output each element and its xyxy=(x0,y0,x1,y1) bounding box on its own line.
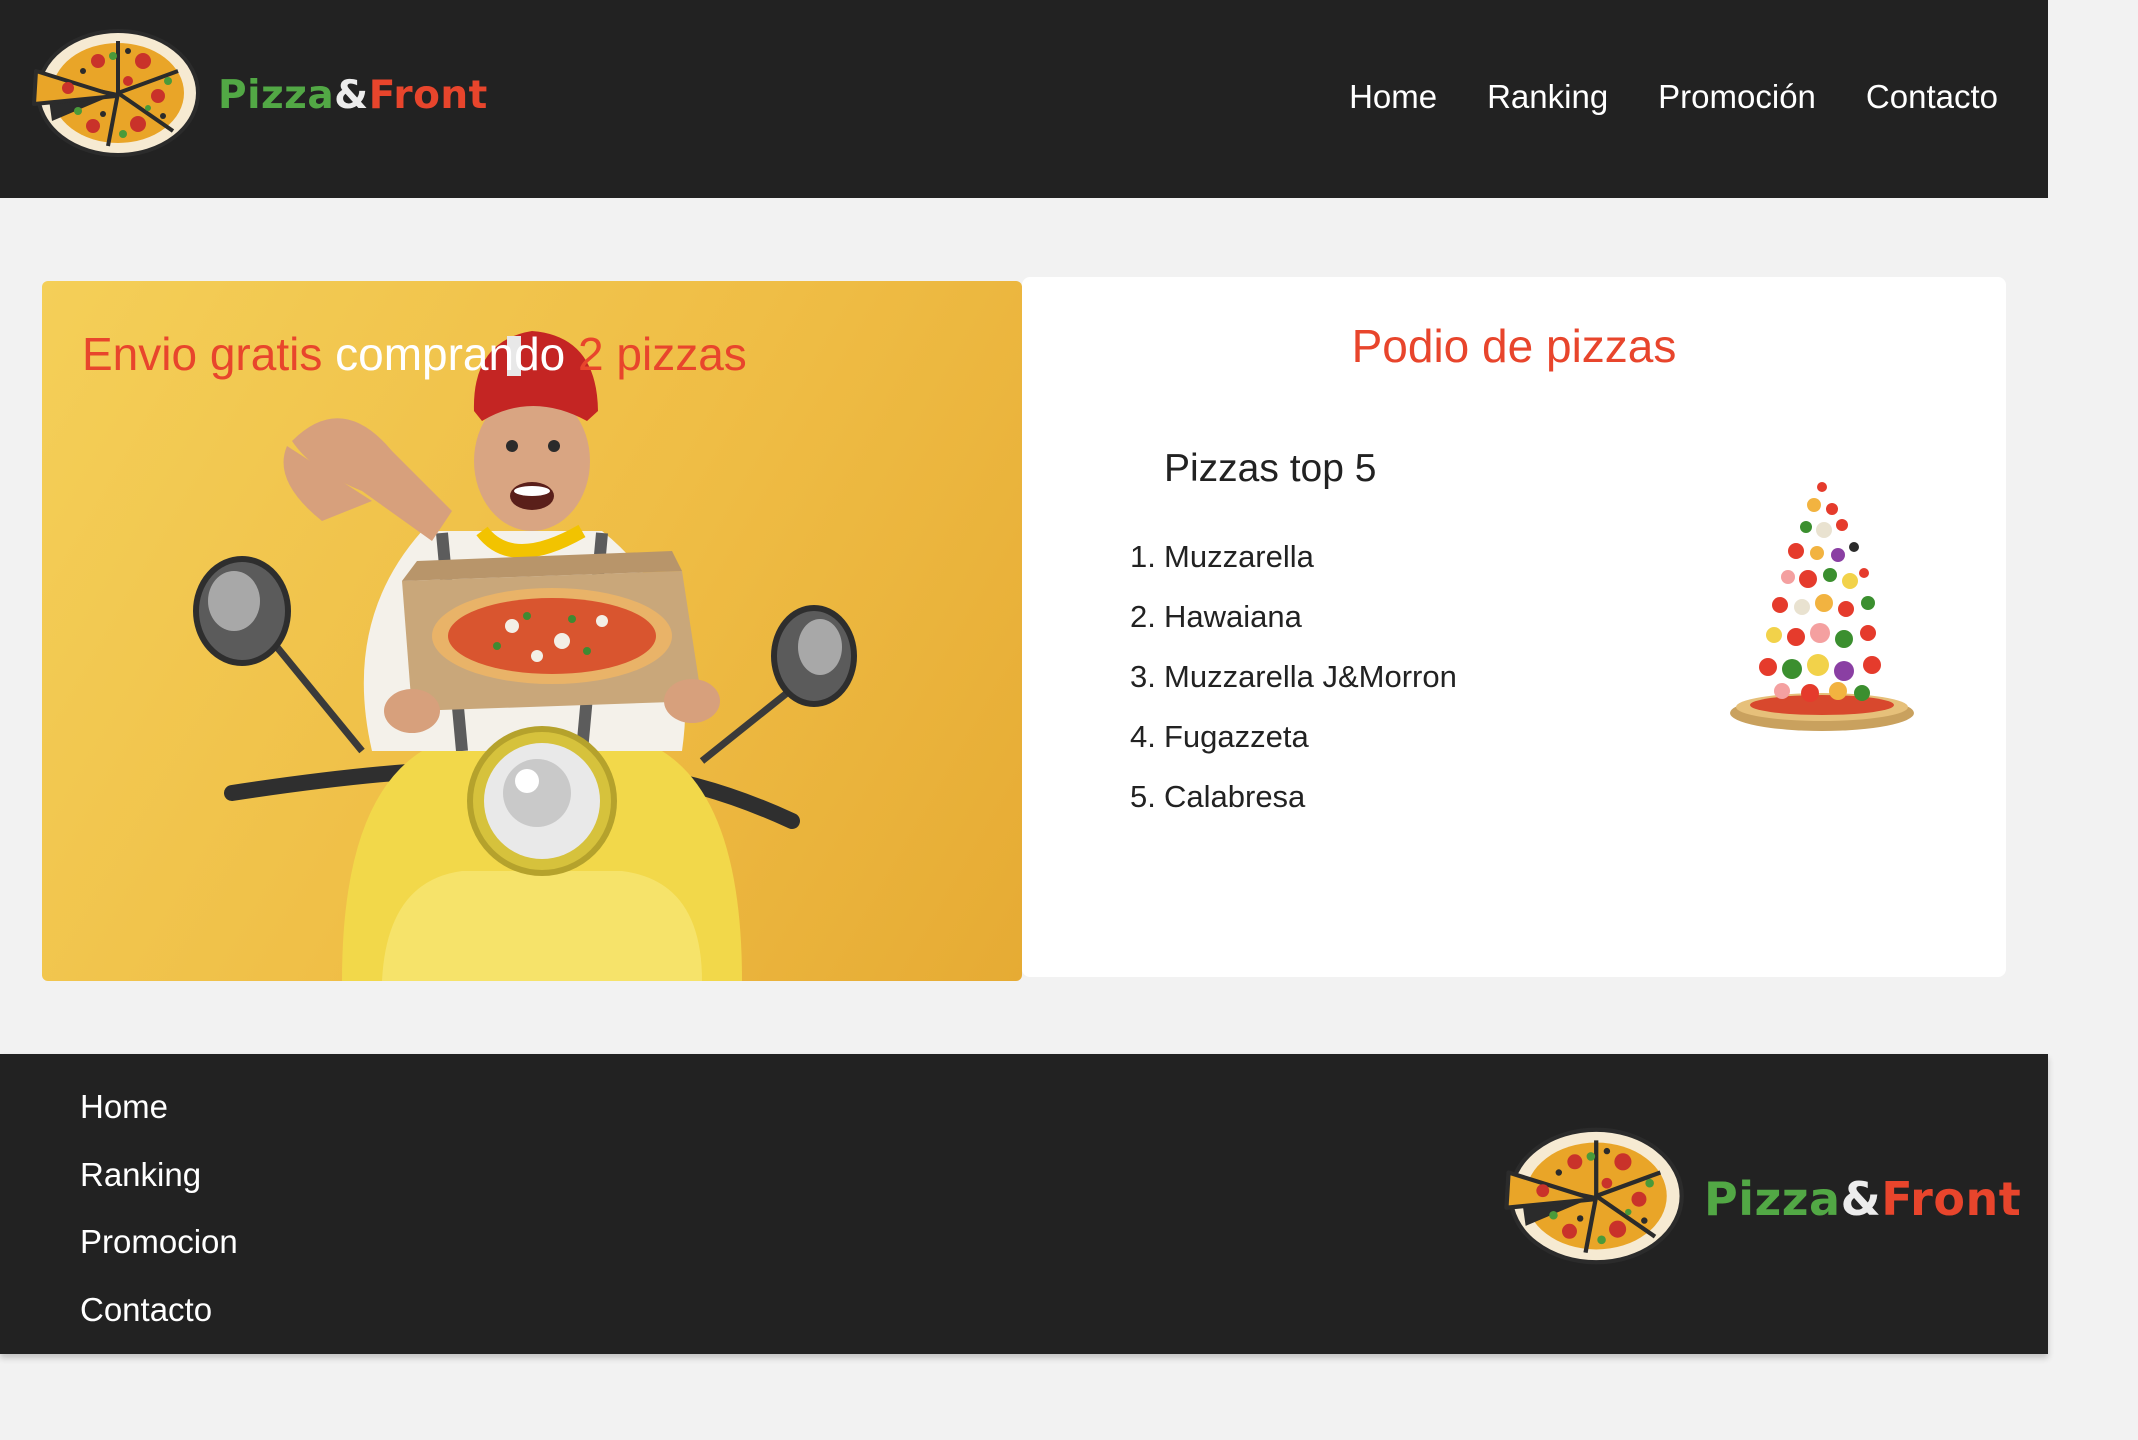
footer-ranking-link[interactable]: Ranking xyxy=(80,1150,238,1218)
nav-contacto-link[interactable]: Contacto xyxy=(1866,78,1998,116)
list-item: 3. Muzzarella J&Morron xyxy=(1130,659,1457,694)
footer-promocion-link[interactable]: Promocion xyxy=(80,1217,238,1285)
top5-subtitle: Pizzas top 5 xyxy=(1164,447,1377,490)
main-nav: Home Ranking Promoción Contacto xyxy=(1349,78,1998,116)
header-logo[interactable]: Pizza&Front xyxy=(28,26,488,165)
nav-promocion-link[interactable]: Promoción xyxy=(1658,78,1816,116)
delivery-scooter-image xyxy=(193,331,857,981)
pizza-logo-icon xyxy=(28,26,202,165)
promo-card: Envio gratis comprando 2 pizzas xyxy=(42,281,1022,981)
footer-home-link[interactable]: Home xyxy=(80,1082,238,1150)
list-item: 4. Fugazzeta xyxy=(1130,719,1309,754)
footer-contacto-link[interactable]: Contacto xyxy=(80,1285,238,1353)
list-item: 5. Calabresa xyxy=(1130,779,1306,814)
podium-card: Podio de pizzas Pizzas top 5 1. Muzzarell… xyxy=(1022,277,2006,977)
site-header: Pizza&Front Home Ranking Promoción Conta… xyxy=(0,0,2048,198)
podium-title: Podio de pizzas xyxy=(1351,320,1677,372)
logo-text: Pizza&Front xyxy=(1704,1171,2022,1226)
footer-logo[interactable]: Pizza&Front xyxy=(1500,1116,2021,1281)
promo-title: Envio gratis comprando 2 pizzas xyxy=(82,328,747,380)
pizza-logo-icon xyxy=(1500,1116,1686,1281)
logo-text: Pizza&Front xyxy=(218,73,488,118)
pizza-ingredients-tower-image xyxy=(1730,482,1914,731)
site-footer: Home Ranking Promocion Contacto Pizza&Fr… xyxy=(0,1054,2048,1354)
list-item: 2. Hawaiana xyxy=(1130,599,1302,634)
list-item: 1. Muzzarella xyxy=(1130,539,1314,574)
top5-list: 1. Muzzarella 2. Hawaiana 3. Muzzarella J&M… xyxy=(1130,527,1457,827)
nav-ranking-link[interactable]: Ranking xyxy=(1487,78,1608,116)
nav-home-link[interactable]: Home xyxy=(1349,78,1437,116)
footer-nav: Home Ranking Promocion Contacto xyxy=(80,1082,238,1352)
